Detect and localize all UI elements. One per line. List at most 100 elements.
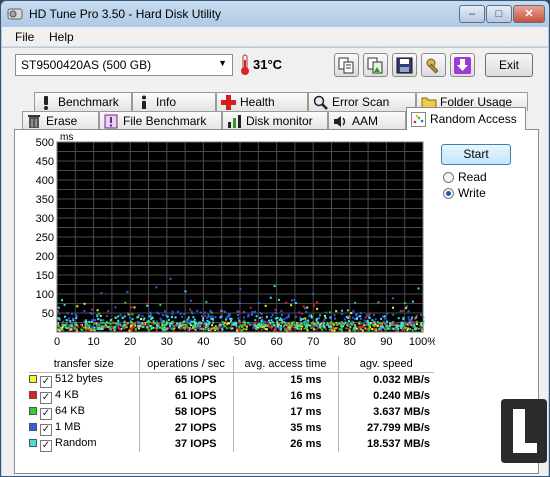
radio-read[interactable]: Read [443, 170, 487, 184]
scatter-point [140, 322, 143, 325]
scatter-point [70, 324, 73, 327]
series-checkbox[interactable]: ✓ [40, 375, 52, 388]
tab-info[interactable]: Info [132, 92, 216, 111]
scatter-point [315, 319, 318, 322]
scatter-point [342, 325, 345, 328]
scatter-point [252, 324, 255, 327]
transfer-size-cell: ✓ 512 bytes [29, 372, 140, 388]
scatter-point [290, 328, 293, 331]
tab-random-access[interactable]: Random Access [406, 107, 526, 130]
scatter-point [385, 325, 388, 328]
scatter-point [302, 317, 305, 320]
tab-benchmark[interactable]: Benchmark [34, 92, 132, 111]
scatter-point [185, 326, 188, 329]
scatter-point [193, 318, 196, 321]
scatter-point [416, 323, 419, 326]
options-button[interactable] [421, 53, 446, 77]
scatter-point [267, 319, 270, 322]
scatter-point [336, 327, 339, 330]
scatter-point [203, 325, 206, 328]
scatter-point [313, 322, 316, 325]
tab-aam[interactable]: AAM [328, 111, 406, 130]
start-button[interactable]: Start [441, 144, 511, 165]
scatter-point [244, 321, 247, 324]
tab-file-benchmark[interactable]: File Benchmark [99, 111, 222, 130]
scatter-point [62, 320, 65, 323]
scatter-point [164, 310, 167, 313]
scatter-point [103, 326, 106, 329]
scatter-point [109, 319, 112, 322]
scatter-point [401, 328, 404, 331]
minimize-button[interactable]: – [459, 5, 485, 23]
menu-help[interactable]: Help [49, 30, 74, 44]
scatter-point [184, 324, 187, 327]
x-tick-label: 60 [270, 336, 282, 348]
scatter-point [297, 327, 300, 330]
close-button[interactable]: ✕ [513, 5, 545, 23]
scatter-point [168, 322, 171, 325]
speed-cell: 18.537 MB/s [367, 438, 430, 450]
series-checkbox[interactable]: ✓ [40, 391, 52, 404]
scatter-point [328, 311, 331, 314]
transfer-size-label: 4 KB [55, 388, 79, 401]
scatter-point [245, 324, 248, 327]
exit-button[interactable]: Exit [485, 53, 533, 77]
scatter-point [259, 311, 262, 314]
tab-disk-monitor[interactable]: Disk monitor [222, 111, 328, 130]
tab-health[interactable]: Health [216, 92, 308, 111]
scatter-point [360, 326, 363, 329]
transfer-size-label: Random [55, 436, 97, 449]
scatter-point [176, 324, 179, 327]
scatter-point [315, 328, 318, 331]
scatter-point [251, 312, 254, 315]
save-button[interactable] [392, 53, 417, 77]
scatter-point [131, 317, 134, 320]
copy-screenshot-button[interactable] [363, 53, 388, 77]
scatter-point [146, 304, 149, 307]
scatter-point [378, 327, 381, 330]
scatter-point [257, 301, 260, 304]
scatter-point [351, 320, 354, 323]
scatter-point [139, 318, 142, 321]
radio-write-indicator [443, 188, 454, 199]
scatter-point [75, 317, 78, 320]
scatter-point [117, 315, 120, 318]
scatter-point [254, 310, 257, 313]
scatter-point [411, 300, 414, 303]
scatter-point [94, 319, 97, 322]
transfer-size-cell: ✓ Random [29, 436, 140, 452]
scatter-point [359, 322, 362, 325]
scatter-point [325, 328, 328, 331]
scatter-point [281, 321, 284, 324]
series-checkbox[interactable]: ✓ [40, 407, 52, 420]
title-bar[interactable]: HD Tune Pro 3.50 - Hard Disk Utility – □… [1, 1, 549, 27]
scatter-point [198, 321, 201, 324]
scatter-point [341, 309, 344, 312]
scatter-point [180, 326, 183, 329]
download-button[interactable] [450, 53, 475, 77]
menu-file[interactable]: File [15, 30, 34, 44]
scatter-point [350, 312, 353, 315]
radio-write[interactable]: Write [443, 186, 486, 200]
tab-erase[interactable]: Erase [22, 111, 99, 130]
scatter-point [330, 320, 333, 323]
series-checkbox[interactable]: ✓ [40, 439, 52, 452]
scatter-point [354, 326, 357, 329]
series-checkbox[interactable]: ✓ [40, 423, 52, 436]
copy-info-button[interactable] [334, 53, 359, 77]
scatter-point [306, 319, 309, 322]
scatter-point [397, 317, 400, 320]
drive-select[interactable]: ST9500420AS (500 GB) ▼ [15, 54, 233, 76]
scatter-point [106, 321, 109, 324]
scatter-point [203, 311, 206, 314]
tab-error-scan[interactable]: Error Scan [308, 92, 416, 111]
scatter-point [255, 315, 258, 318]
scatter-point [293, 299, 296, 302]
maximize-button[interactable]: □ [486, 5, 512, 23]
scatter-point [399, 310, 402, 313]
scatter-point [123, 315, 126, 318]
series-color-swatch [29, 438, 37, 447]
scatter-point [297, 325, 300, 328]
scatter-point [287, 316, 290, 319]
scatter-point [335, 310, 338, 313]
